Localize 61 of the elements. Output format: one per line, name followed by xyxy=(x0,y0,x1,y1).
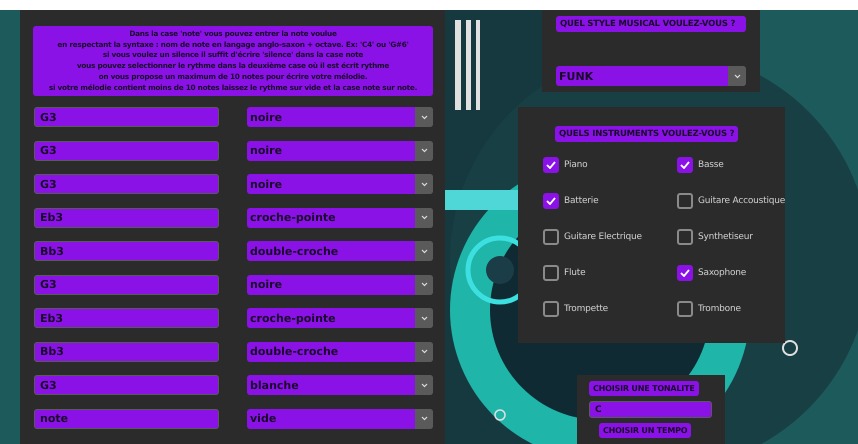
rhythm-dropdown[interactable]: blanche xyxy=(247,375,433,396)
instrument-label: Saxophone xyxy=(698,268,746,278)
checkmark-icon xyxy=(680,269,690,277)
checkbox[interactable] xyxy=(677,301,693,317)
note-input[interactable]: G3 xyxy=(34,107,219,128)
checkbox[interactable] xyxy=(543,265,559,281)
chevron-down-icon xyxy=(420,248,428,254)
note-input[interactable]: Bb3 xyxy=(34,241,219,262)
note-input[interactable]: G3 xyxy=(34,375,219,396)
note-input[interactable]: Eb3 xyxy=(34,308,219,328)
note-input[interactable]: G3 xyxy=(34,174,219,194)
note-input[interactable]: Eb3 xyxy=(34,208,219,228)
rhythm-dropdown[interactable]: double-croche xyxy=(247,241,433,262)
instruments-heading: QUELS INSTRUMENTS VOULEZ-VOUS ? xyxy=(555,126,738,142)
instrument-label: Synthetiseur xyxy=(698,232,753,242)
chevron-down-icon xyxy=(734,74,740,78)
instrument-label: Flute xyxy=(564,268,586,278)
instrument-label: Basse xyxy=(698,160,724,170)
style-heading: QUEL STYLE MUSICAL VOULEZ-VOUS ? xyxy=(556,16,746,32)
note-input[interactable]: Bb3 xyxy=(34,342,219,362)
checkbox[interactable] xyxy=(543,229,559,245)
note-input[interactable]: note xyxy=(34,408,219,429)
style-dropdown[interactable]: FUNK xyxy=(556,66,746,86)
tonality-heading: CHOISIR UNE TONALITE xyxy=(589,381,699,396)
chevron-down-icon xyxy=(420,282,428,288)
chevron-down-icon xyxy=(420,382,428,388)
note-input[interactable]: G3 xyxy=(34,274,219,295)
tonality-input[interactable]: C xyxy=(589,401,712,418)
checkbox[interactable] xyxy=(677,193,693,209)
rhythm-dropdown[interactable]: noire xyxy=(247,107,433,128)
chevron-down-icon xyxy=(420,349,428,354)
chevron-down-icon xyxy=(420,148,428,154)
checkbox[interactable] xyxy=(543,193,559,209)
chevron-down-icon xyxy=(420,182,428,187)
rhythm-dropdown[interactable]: noire xyxy=(247,140,433,161)
tempo-heading: CHOISIR UN TEMPO xyxy=(599,423,692,438)
chevron-down-icon xyxy=(420,215,428,220)
checkmark-icon xyxy=(546,197,556,205)
chevron-down-icon xyxy=(420,416,428,422)
rhythm-dropdown[interactable]: croche-pointe xyxy=(247,208,433,228)
instrument-label: Guitare Accoustique xyxy=(698,196,786,206)
checkbox[interactable] xyxy=(677,229,693,245)
instrument-label: Batterie xyxy=(564,196,598,206)
checkbox[interactable] xyxy=(677,157,693,173)
checkbox[interactable] xyxy=(543,301,559,317)
checkbox[interactable] xyxy=(543,157,559,173)
chevron-down-icon xyxy=(420,316,428,321)
rhythm-dropdown[interactable]: vide xyxy=(247,408,433,429)
rhythm-dropdown[interactable]: double-croche xyxy=(247,342,433,362)
checkmark-icon xyxy=(546,161,556,169)
rhythm-dropdown[interactable]: noire xyxy=(247,274,433,295)
chevron-down-icon xyxy=(420,114,428,120)
checkbox[interactable] xyxy=(677,265,693,281)
instrument-label: Piano xyxy=(564,160,588,170)
rhythm-dropdown[interactable]: noire xyxy=(247,174,433,194)
instrument-label: Guitare Electrique xyxy=(564,232,642,242)
instrument-label: Trombone xyxy=(698,304,741,314)
instrument-label: Trompette xyxy=(564,304,608,314)
note-input[interactable]: G3 xyxy=(34,140,219,161)
rhythm-dropdown[interactable]: croche-pointe xyxy=(247,308,433,328)
checkmark-icon xyxy=(680,161,690,169)
